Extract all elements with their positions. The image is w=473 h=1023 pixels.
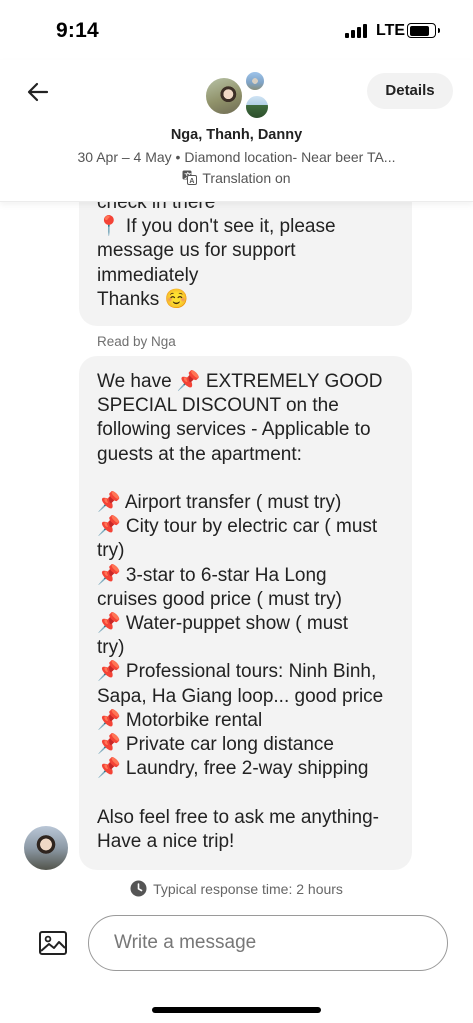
battery-icon — [407, 23, 440, 38]
translate-icon: 文 A — [182, 170, 198, 185]
message-line: message us for support — [97, 240, 296, 262]
participant-names: Nga, Thanh, Danny — [170, 127, 303, 143]
message-line: 📌 Airport transfer ( must try) — [97, 492, 342, 513]
network-label: LTE — [376, 22, 406, 39]
message-line: Thanks ☺️ — [97, 288, 189, 310]
message-line: 📌 City tour by electric car ( must — [97, 516, 378, 538]
back-arrow-icon[interactable] — [24, 78, 52, 106]
message-line: guests at the apartment: — [97, 443, 302, 465]
message-line: 📌 3-star to 6-star Ha Long — [97, 564, 327, 586]
message-line: SPECIAL DISCOUNT on the — [97, 395, 339, 417]
message-line: cruises good price ( must try) — [97, 588, 342, 610]
reservation-summary: 30 Apr – 4 May • Diamond location- Near … — [77, 149, 396, 165]
message-bubble: check in there 📍 If you don't see it, pl… — [79, 190, 412, 326]
sender-avatar[interactable] — [24, 826, 68, 870]
message-line: following services - Applicable to — [97, 419, 371, 441]
message-line: try) — [97, 637, 125, 659]
translation-status[interactable]: 文 A Translation on — [0, 170, 473, 186]
message-line: 📌 Motorbike rental — [97, 709, 263, 731]
message-line: We have 📌 EXTREMELY GOOD — [97, 371, 383, 392]
message-line: Have a nice trip! — [97, 830, 235, 852]
message-spacer — [97, 467, 394, 491]
avatar — [244, 70, 266, 92]
read-receipt: Read by Nga — [97, 334, 176, 349]
message-line: 📍 If you don't see it, please — [97, 216, 336, 238]
message-line: Also feel free to ask me anything- — [97, 806, 379, 828]
chat-screen: 9:14 LTE Details Nga, Thanh, Danny 30 Ap… — [0, 0, 473, 1023]
message-line: immediately — [97, 264, 199, 286]
message-line: 📌 Private car long distance — [97, 734, 334, 756]
response-time-label: Typical response time: 2 hours — [153, 881, 343, 897]
translation-label: Translation on — [202, 170, 291, 186]
message-line: 📌 Laundry, free 2-way shipping — [97, 758, 369, 780]
message-bubble: We have 📌 EXTREMELY GOOD SPECIAL DISCOUN… — [79, 356, 412, 870]
svg-text:A: A — [190, 178, 195, 185]
message-input[interactable] — [88, 915, 448, 971]
response-time-note: Typical response time: 2 hours — [0, 880, 473, 897]
avatar — [244, 94, 270, 120]
message-line: Sapa, Ha Giang loop... good price — [97, 685, 384, 707]
signal-icon — [345, 24, 371, 38]
avatar — [204, 76, 244, 116]
message-spacer — [97, 781, 394, 805]
message-line: try) — [97, 540, 125, 562]
message-composer — [0, 906, 473, 1023]
status-bar: 9:14 LTE — [0, 0, 473, 60]
message-line: 📌 Water-puppet show ( must — [97, 613, 349, 635]
clock-icon — [130, 880, 147, 897]
message-line: 📌 Professional tours: Ninh Binh, — [97, 661, 377, 683]
details-button[interactable]: Details — [367, 73, 453, 109]
home-indicator — [152, 1007, 321, 1013]
status-time: 9:14 — [56, 19, 99, 42]
conversation-header: Details Nga, Thanh, Danny 30 Apr – 4 May… — [0, 60, 473, 202]
participant-avatars[interactable] — [204, 70, 270, 128]
image-icon[interactable] — [38, 929, 68, 957]
